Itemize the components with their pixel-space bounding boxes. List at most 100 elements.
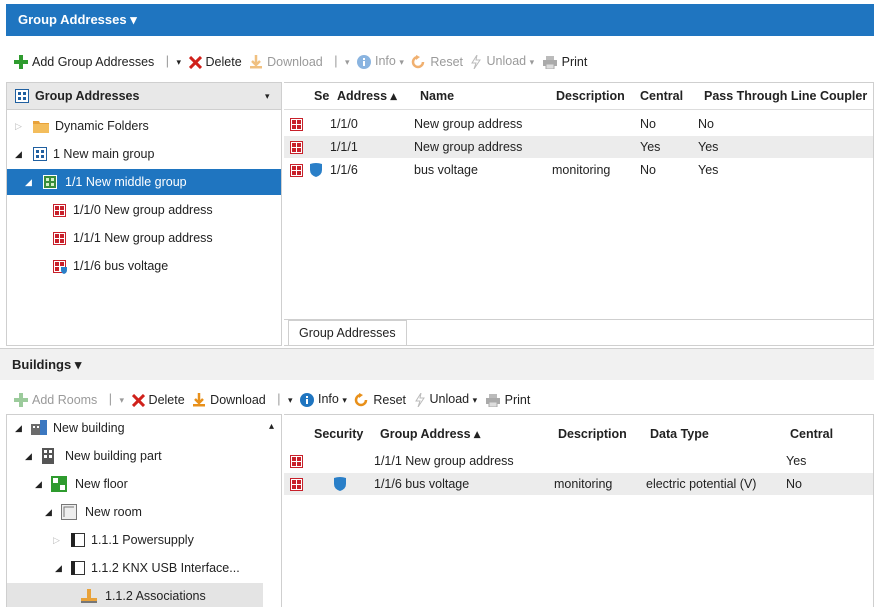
table-row[interactable]: 1/1/6 bus voltage monitoring No Yes bbox=[284, 159, 873, 181]
association-icon bbox=[81, 589, 97, 603]
collapse-arrow-icon[interactable]: ◢ bbox=[35, 471, 42, 497]
add-rooms-button[interactable]: Add Rooms bbox=[14, 387, 97, 413]
download-dropdown-arrow[interactable]: ▾ bbox=[288, 387, 293, 413]
group-icon bbox=[43, 175, 57, 189]
separator: | bbox=[108, 392, 113, 406]
unload-button[interactable]: Unload ▾ bbox=[470, 48, 534, 75]
unload-icon bbox=[471, 54, 482, 69]
column-header-pass-through[interactable]: Pass Through Line Coupler bbox=[704, 83, 867, 109]
collapse-arrow-icon[interactable]: ◢ bbox=[15, 141, 22, 167]
column-header-address[interactable]: Address ▴ bbox=[337, 83, 397, 109]
group-addresses-grid-pane: Se Address ▴ Name Description Central Pa… bbox=[284, 82, 874, 346]
bottom-toolbar: Add Rooms | ▾ Delete Download | ▾ Info ▾… bbox=[0, 386, 874, 412]
separator: | bbox=[165, 54, 170, 68]
plus-icon bbox=[14, 393, 28, 408]
group-address-icon bbox=[290, 455, 303, 468]
group-address-icon bbox=[53, 232, 66, 245]
info-button[interactable]: Info ▾ bbox=[356, 48, 404, 75]
reset-button[interactable]: Reset bbox=[411, 49, 463, 75]
print-icon bbox=[542, 55, 557, 69]
column-header-central[interactable]: Central bbox=[790, 421, 833, 447]
tree-item-middle-group[interactable]: ◢ 1/1 New middle group bbox=[7, 169, 281, 195]
group-address-icon bbox=[290, 118, 303, 131]
column-header-security[interactable]: Se bbox=[314, 83, 329, 109]
tree-item-building[interactable]: ◢ New building bbox=[7, 415, 263, 441]
group-addresses-title[interactable]: Group Addresses ▾ bbox=[6, 4, 874, 36]
column-header-name[interactable]: Name bbox=[420, 83, 454, 109]
table-row[interactable]: 1/1/1 New group address Yes bbox=[284, 450, 873, 472]
delete-x-icon bbox=[131, 393, 145, 407]
unload-button[interactable]: Unload ▾ bbox=[414, 386, 477, 413]
collapse-arrow-icon[interactable]: ◢ bbox=[45, 499, 52, 525]
add-rooms-dropdown-arrow[interactable]: ▾ bbox=[120, 387, 125, 413]
expand-arrow-icon[interactable]: ▷ bbox=[15, 113, 22, 139]
print-button[interactable]: Print bbox=[542, 49, 587, 75]
add-dropdown-arrow[interactable]: ▾ bbox=[177, 49, 182, 75]
floor-icon bbox=[51, 476, 67, 492]
room-icon bbox=[61, 504, 77, 520]
collapse-arrow-icon[interactable]: ◢ bbox=[25, 169, 32, 195]
chevron-down-icon[interactable]: ▾ bbox=[265, 83, 270, 109]
tree-item-knx-usb-interface[interactable]: ◢ 1.1.2 KNX USB Interface... bbox=[7, 555, 263, 581]
column-header-group-address[interactable]: Group Address ▴ bbox=[380, 421, 480, 447]
separator: | bbox=[334, 54, 338, 68]
group-address-icon bbox=[290, 141, 303, 154]
tree-header[interactable]: Group Addresses ▾ bbox=[7, 83, 281, 110]
collapse-arrow-icon[interactable]: ◢ bbox=[25, 443, 32, 469]
separator: | bbox=[277, 392, 281, 406]
delete-button[interactable]: Delete bbox=[131, 387, 185, 413]
download-button[interactable]: Download bbox=[192, 387, 266, 413]
tree-item-ga-110[interactable]: 1/1/0 New group address bbox=[7, 197, 281, 223]
reset-icon bbox=[355, 393, 368, 407]
download-dropdown-arrow[interactable]: ▾ bbox=[345, 49, 350, 75]
print-button[interactable]: Print bbox=[485, 387, 530, 413]
collapse-arrow-icon[interactable]: ◢ bbox=[55, 555, 62, 581]
top-toolbar: Add Group Addresses | ▾ Delete Download … bbox=[6, 48, 874, 74]
tree-item-powersupply[interactable]: ▷ 1.1.1 Powersupply bbox=[7, 527, 263, 553]
tree-item-floor[interactable]: ◢ New floor bbox=[7, 471, 263, 497]
column-header-description[interactable]: Description bbox=[558, 421, 627, 447]
column-header-description[interactable]: Description bbox=[556, 83, 625, 109]
delete-button[interactable]: Delete bbox=[188, 49, 242, 75]
shield-icon bbox=[310, 163, 322, 177]
collapse-arrow-icon[interactable]: ◢ bbox=[15, 415, 22, 441]
unload-icon bbox=[414, 392, 425, 407]
device-icon bbox=[71, 533, 85, 547]
info-icon bbox=[300, 392, 314, 407]
delete-x-icon bbox=[188, 55, 202, 69]
table-row[interactable]: 1/1/0 New group address No No bbox=[284, 113, 873, 135]
plus-icon bbox=[14, 55, 28, 70]
folder-icon bbox=[33, 121, 49, 133]
group-icon bbox=[33, 147, 47, 161]
tree-item-ga-111[interactable]: 1/1/1 New group address bbox=[7, 225, 281, 251]
building-part-icon bbox=[42, 448, 54, 464]
table-row[interactable]: 1/1/1 New group address Yes Yes bbox=[284, 136, 873, 158]
info-button[interactable]: Info ▾ bbox=[300, 386, 347, 413]
table-row[interactable]: 1/1/6 bus voltage monitoring electric po… bbox=[284, 473, 873, 495]
buildings-grid-pane: Security Group Address ▴ Description Dat… bbox=[284, 414, 874, 607]
add-group-addresses-button[interactable]: Add Group Addresses bbox=[14, 49, 154, 75]
expand-arrow-icon[interactable]: ▷ bbox=[53, 527, 60, 553]
grid-header-row: Se Address ▴ Name Description Central Pa… bbox=[284, 83, 873, 110]
buildings-title[interactable]: Buildings ▾ bbox=[0, 348, 874, 380]
tree-item-dynamic-folders[interactable]: ▷ Dynamic Folders bbox=[7, 113, 281, 139]
shield-icon bbox=[334, 477, 346, 491]
info-icon bbox=[356, 54, 371, 69]
tree-item-building-part[interactable]: ◢ New building part bbox=[7, 443, 263, 469]
tree-item-associations[interactable]: 1.1.2 Associations bbox=[7, 583, 263, 607]
tree-item-room[interactable]: ◢ New room bbox=[7, 499, 263, 525]
download-button[interactable]: Download bbox=[249, 49, 323, 75]
building-icon bbox=[31, 420, 47, 435]
tree-item-main-group[interactable]: ◢ 1 New main group bbox=[7, 141, 281, 167]
tree-item-ga-116[interactable]: 1/1/6 bus voltage bbox=[7, 253, 281, 279]
grid-header-row: Security Group Address ▴ Description Dat… bbox=[284, 421, 873, 447]
reset-button[interactable]: Reset bbox=[354, 387, 406, 413]
device-icon bbox=[71, 561, 85, 575]
column-header-security[interactable]: Security bbox=[314, 421, 363, 447]
group-address-icon bbox=[53, 204, 66, 217]
tab-group-addresses[interactable]: Group Addresses bbox=[288, 320, 407, 345]
scroll-up-arrow[interactable]: ▴ bbox=[269, 421, 274, 432]
column-header-central[interactable]: Central bbox=[640, 83, 683, 109]
tree-header-label: Group Addresses bbox=[35, 89, 140, 103]
column-header-data-type[interactable]: Data Type bbox=[650, 421, 709, 447]
